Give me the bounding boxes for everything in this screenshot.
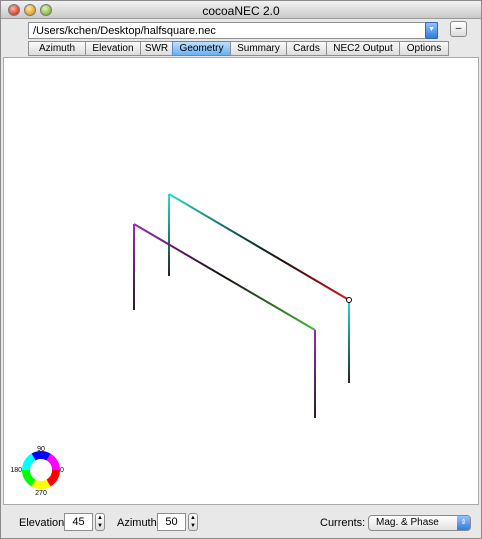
chevron-down-icon: ▼ xyxy=(428,26,435,33)
title-bar: cocoaNEC 2.0 xyxy=(1,1,481,19)
stepper-up-icon[interactable]: ▲ xyxy=(189,514,197,522)
wire-back-top xyxy=(168,193,350,301)
elevation-stepper[interactable]: ▲ ▼ xyxy=(95,513,105,531)
tab-geometry[interactable]: Geometry xyxy=(172,41,230,56)
tab-options[interactable]: Options xyxy=(399,41,449,56)
collapse-button[interactable]: – xyxy=(450,21,467,37)
stepper-down-icon[interactable]: ▼ xyxy=(96,522,104,530)
wheel-label-0: 0 xyxy=(60,467,64,474)
bottom-controls: Elevation 45 ▲ ▼ Azimuth 50 ▲ ▼ Currents… xyxy=(1,507,481,539)
tab-swr[interactable]: SWR xyxy=(140,41,172,56)
chevron-updown-icon: ⇕ xyxy=(457,516,470,530)
elevation-label: Elevation xyxy=(19,517,65,529)
currents-label: Currents: xyxy=(320,517,366,529)
tab-azimuth[interactable]: Azimuth xyxy=(28,41,85,56)
tab-cards[interactable]: Cards xyxy=(286,41,326,56)
file-path-value: /Users/kchen/Desktop/halfsquare.nec xyxy=(33,25,216,37)
stepper-up-icon[interactable]: ▲ xyxy=(96,514,104,522)
window-title: cocoaNEC 2.0 xyxy=(202,4,280,18)
tab-nec2-output[interactable]: NEC2 Output xyxy=(326,41,399,56)
currents-select[interactable]: Mag. & Phase ⇕ xyxy=(368,515,471,531)
wheel-label-270: 270 xyxy=(35,490,47,497)
wheel-label-180: 180 xyxy=(10,467,22,474)
path-bar: /Users/kchen/Desktop/halfsquare.nec ▼ – xyxy=(1,20,481,41)
geometry-view[interactable]: 90 180 0 270 xyxy=(3,57,479,505)
tab-summary[interactable]: Summary xyxy=(230,41,286,56)
wire-front-top xyxy=(133,223,316,331)
path-dropdown-button[interactable]: ▼ xyxy=(425,22,438,39)
phase-color-wheel: 90 180 0 270 xyxy=(10,446,64,497)
azimuth-field[interactable]: 50 xyxy=(157,513,186,531)
tab-elevation[interactable]: Elevation xyxy=(85,41,140,56)
azimuth-label: Azimuth xyxy=(117,517,157,529)
currents-select-value: Mag. & Phase xyxy=(376,517,439,528)
app-window: cocoaNEC 2.0 /Users/kchen/Desktop/halfsq… xyxy=(0,0,482,539)
file-path-combobox[interactable]: /Users/kchen/Desktop/halfsquare.nec ▼ xyxy=(28,22,438,39)
antenna-geometry-plot: 90 180 0 270 xyxy=(10,193,352,497)
feed-point-marker xyxy=(346,297,352,303)
tab-bar: Azimuth Elevation SWR Geometry Summary C… xyxy=(1,41,481,57)
stepper-down-icon[interactable]: ▼ xyxy=(189,522,197,530)
wheel-label-90: 90 xyxy=(37,446,45,453)
elevation-field[interactable]: 45 xyxy=(64,513,93,531)
azimuth-stepper[interactable]: ▲ ▼ xyxy=(188,513,198,531)
